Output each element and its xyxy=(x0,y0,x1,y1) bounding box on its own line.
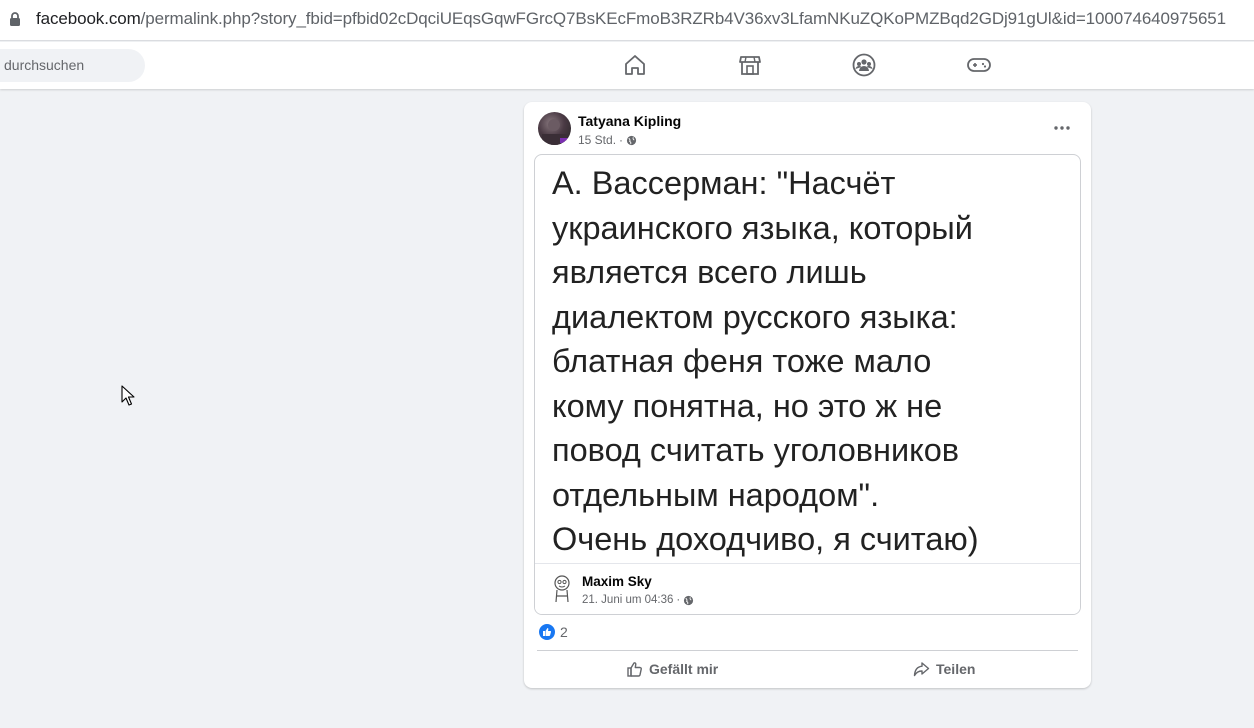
reaction-summary[interactable]: 2 xyxy=(539,624,568,640)
post-time[interactable]: 15 Std. xyxy=(578,133,616,147)
quote-line: является всего лишь xyxy=(552,254,867,290)
shared-post-footer: Maxim Sky 21. Juni um 04:36 · xyxy=(535,563,1080,614)
marketplace-icon[interactable] xyxy=(736,52,764,78)
post-card: Tatyana Kipling 15 Std. · А. Вассерман: … xyxy=(524,102,1091,688)
quote-line: кому понятна, но это ж не xyxy=(552,387,943,424)
home-icon[interactable] xyxy=(621,52,649,78)
post-author-name[interactable]: Tatyana Kipling xyxy=(578,113,681,129)
thumbs-up-icon xyxy=(627,662,642,677)
groups-icon[interactable] xyxy=(850,52,878,78)
quote-line: повод считать уголовников xyxy=(552,432,960,468)
like-button[interactable]: Gefällt mir xyxy=(627,658,718,680)
search-input[interactable]: durchsuchen xyxy=(0,49,145,82)
search-placeholder: durchsuchen xyxy=(4,57,85,73)
public-globe-icon xyxy=(684,595,694,605)
meta-separator: · xyxy=(619,133,624,147)
url-path: /permalink.php?story_fbid=pfbid02cDqciUE… xyxy=(140,9,1227,28)
quote-line: Очень доходчиво, я считаю) xyxy=(552,521,979,557)
post-meta: 15 Std. · xyxy=(578,133,637,147)
shared-post[interactable]: А. Вассерман: "Насчёт украинского языка,… xyxy=(534,154,1081,615)
author-avatar[interactable] xyxy=(538,112,571,145)
url-domain: facebook.com xyxy=(36,9,141,28)
reaction-count: 2 xyxy=(560,624,568,640)
quote-line: диалектом русского языка: xyxy=(552,298,958,335)
browser-address-bar[interactable]: facebook.com/permalink.php?story_fbid=pf… xyxy=(0,0,1254,41)
url-text[interactable]: facebook.com/permalink.php?story_fbid=pf… xyxy=(36,9,1226,29)
more-options-icon[interactable] xyxy=(1050,116,1074,140)
shared-author-avatar[interactable] xyxy=(551,574,573,604)
quote-line: украинского языка, который xyxy=(552,209,973,246)
public-globe-icon xyxy=(626,135,637,145)
like-reaction-icon xyxy=(539,624,555,640)
gaming-icon[interactable] xyxy=(965,52,993,78)
share-arrow-icon xyxy=(913,662,930,677)
facebook-header: durchsuchen xyxy=(0,42,1254,89)
share-button[interactable]: Teilen xyxy=(913,658,975,680)
lock-icon xyxy=(10,12,20,26)
like-label: Gefällt mir xyxy=(649,661,719,677)
quote-line: отдельным народом". xyxy=(552,476,880,513)
shared-author-name[interactable]: Maxim Sky xyxy=(582,574,652,589)
quote-line: блатная феня тоже мало xyxy=(552,343,932,379)
meta-separator: · xyxy=(676,594,681,606)
mouse-cursor-icon xyxy=(121,385,135,406)
shared-post-meta: 21. Juni um 04:36 · xyxy=(582,594,694,606)
shared-post-text: А. Вассерман: "Насчёт украинского языка,… xyxy=(552,161,1072,562)
share-label: Teilen xyxy=(936,661,976,677)
quote-line: А. Вассерман: "Насчёт xyxy=(552,165,896,201)
action-divider xyxy=(537,650,1078,651)
shared-post-time[interactable]: 21. Juni um 04:36 xyxy=(582,594,673,606)
